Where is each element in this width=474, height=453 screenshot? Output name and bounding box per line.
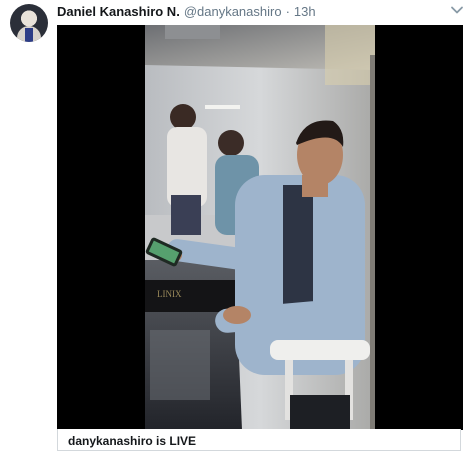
svg-text:LINIX: LINIX — [157, 289, 182, 299]
tweet-timestamp[interactable]: 13h — [294, 4, 316, 19]
author-name[interactable]: Daniel Kanashiro N. — [57, 4, 180, 19]
author-handle[interactable]: @danykanashiro — [184, 4, 282, 19]
tweet-header: Daniel Kanashiro N. @danykanashiro · 13h — [57, 3, 316, 19]
avatar-shirt — [25, 28, 33, 42]
live-caption[interactable]: danykanashiro is LIVE — [57, 429, 461, 451]
video-frame: LINIX — [145, 25, 375, 430]
avatar[interactable] — [10, 4, 48, 42]
separator-dot: · — [285, 3, 290, 19]
live-video-player[interactable]: LINIX — [57, 25, 463, 430]
chevron-down-icon[interactable] — [450, 3, 464, 17]
